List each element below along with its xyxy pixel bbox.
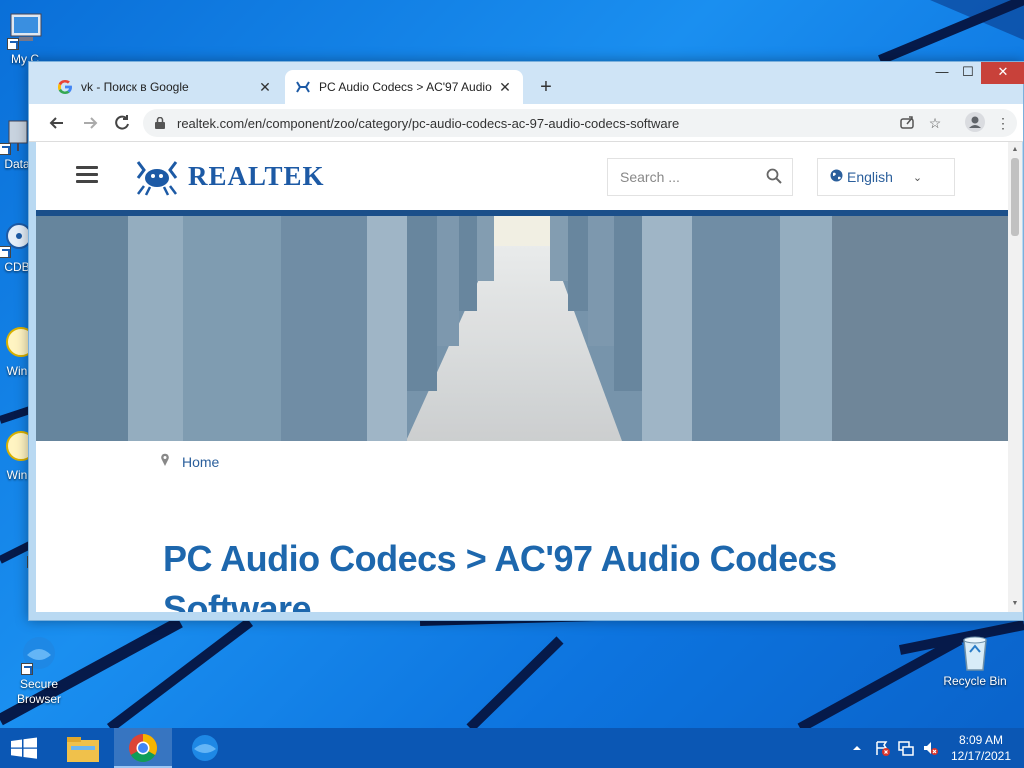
tab-strip: vk - Поиск в Google ✕ PC Audio Codecs > … [29,62,1024,104]
clock-time: 8:09 AM [958,733,1004,747]
site-search-input[interactable]: Search ... [607,158,793,196]
globe-icon [830,169,843,185]
profile-icon[interactable] [961,111,989,135]
breadcrumb: Home [160,453,219,470]
close-window-button[interactable]: ✕ [981,62,1024,84]
hamburger-menu-icon[interactable] [76,166,98,184]
clock-date: 12/17/2021 [950,749,1012,763]
language-selector[interactable]: English ⌄ [817,158,955,196]
browser-window: vk - Поиск в Google ✕ PC Audio Codecs > … [28,61,1024,621]
share-icon[interactable] [893,115,921,132]
browser-toolbar: realtek.com/en/component/zoo/category/pc… [29,104,1023,142]
tab-close-icon[interactable]: ✕ [497,79,513,95]
desktop-icon-label: Win [6,364,28,378]
secure-browser-icon [192,735,218,761]
desktop-icon-label: Win [6,468,28,482]
logo-text: REALTEK [188,160,325,191]
back-arrow-icon [49,117,63,129]
taskbar-file-explorer[interactable] [54,728,112,768]
tab-google[interactable]: vk - Поиск в Google ✕ [47,70,283,104]
tab-title: PC Audio Codecs > AC'97 Audio [319,80,492,94]
volume-muted-icon[interactable] [922,740,938,768]
taskbar-clock[interactable]: 8:09 AM 12/17/2021 [944,732,1018,764]
page-viewport: REALTEK Search ... English ⌄ Home PC Aud… [36,142,1008,612]
maximize-button[interactable]: ☐ [953,62,983,84]
chrome-icon [129,734,157,762]
scrollbar-thumb[interactable] [1011,158,1019,236]
show-hidden-icons-button[interactable] [850,741,864,768]
desktop-icon-recycle-bin[interactable]: Recycle Bin [936,632,1014,689]
start-button[interactable] [0,728,48,768]
secure-browser-icon [19,635,59,675]
desktop-icon-label: Recycle Bin [943,674,1007,688]
hero-banner-image [36,216,1008,441]
action-center-flag-icon[interactable] [874,740,890,768]
taskbar-chrome[interactable] [114,728,172,768]
site-header: REALTEK Search ... English ⌄ [36,142,1008,210]
desktop-icon-label: Data [4,157,30,171]
search-icon[interactable] [766,168,782,187]
taskbar-secure-browser[interactable] [176,728,234,768]
forward-button[interactable] [78,111,102,135]
google-icon [57,79,73,95]
bookmark-star-icon[interactable]: ☆ [921,115,949,132]
chevron-up-icon [853,746,861,750]
page-scrollbar[interactable]: ▲ ▼ [1008,142,1022,612]
language-label: English [847,169,893,185]
taskbar: 8:09 AM 12/17/2021 [0,728,1024,768]
recycle-bin-icon [955,632,995,672]
search-placeholder: Search ... [620,169,680,185]
windows-logo-icon [11,737,37,759]
breadcrumb-home-link[interactable]: Home [182,454,219,470]
address-bar[interactable]: realtek.com/en/component/zoo/category/pc… [143,109,1017,137]
network-status-icon[interactable] [898,740,914,768]
tab-title: vk - Поиск в Google [81,80,189,94]
file-explorer-icon [67,737,99,762]
back-button[interactable] [45,111,69,135]
menu-kebab-icon[interactable]: ⋮ [989,115,1017,132]
computer-icon [5,10,45,50]
tab-close-icon[interactable]: ✕ [257,79,273,95]
scroll-down-icon[interactable]: ▼ [1008,598,1022,610]
desktop-icon-my-computer[interactable]: My C [0,10,64,67]
reload-button[interactable] [110,111,134,135]
lock-icon[interactable] [155,116,165,129]
reload-icon [115,115,129,130]
realtek-logo[interactable]: REALTEK [134,156,325,196]
chevron-down-icon: ⌄ [912,171,923,184]
realtek-icon [295,79,311,95]
desktop-icon-label: CDB [4,260,30,274]
map-pin-icon [160,453,170,470]
desktop-icon-secure-browser[interactable]: Secure Browser [0,635,78,707]
tab-realtek[interactable]: PC Audio Codecs > AC'97 Audio ✕ [285,70,523,104]
new-tab-button[interactable]: + [534,76,558,100]
url-text[interactable]: realtek.com/en/component/zoo/category/pc… [177,116,893,131]
page-title: PC Audio Codecs > AC'97 Audio Codecs Sof… [163,538,837,612]
forward-arrow-icon [84,117,98,129]
realtek-crab-icon [136,161,178,196]
scroll-up-icon[interactable]: ▲ [1008,144,1022,156]
desktop-icon-label: Secure Browser [16,677,61,706]
